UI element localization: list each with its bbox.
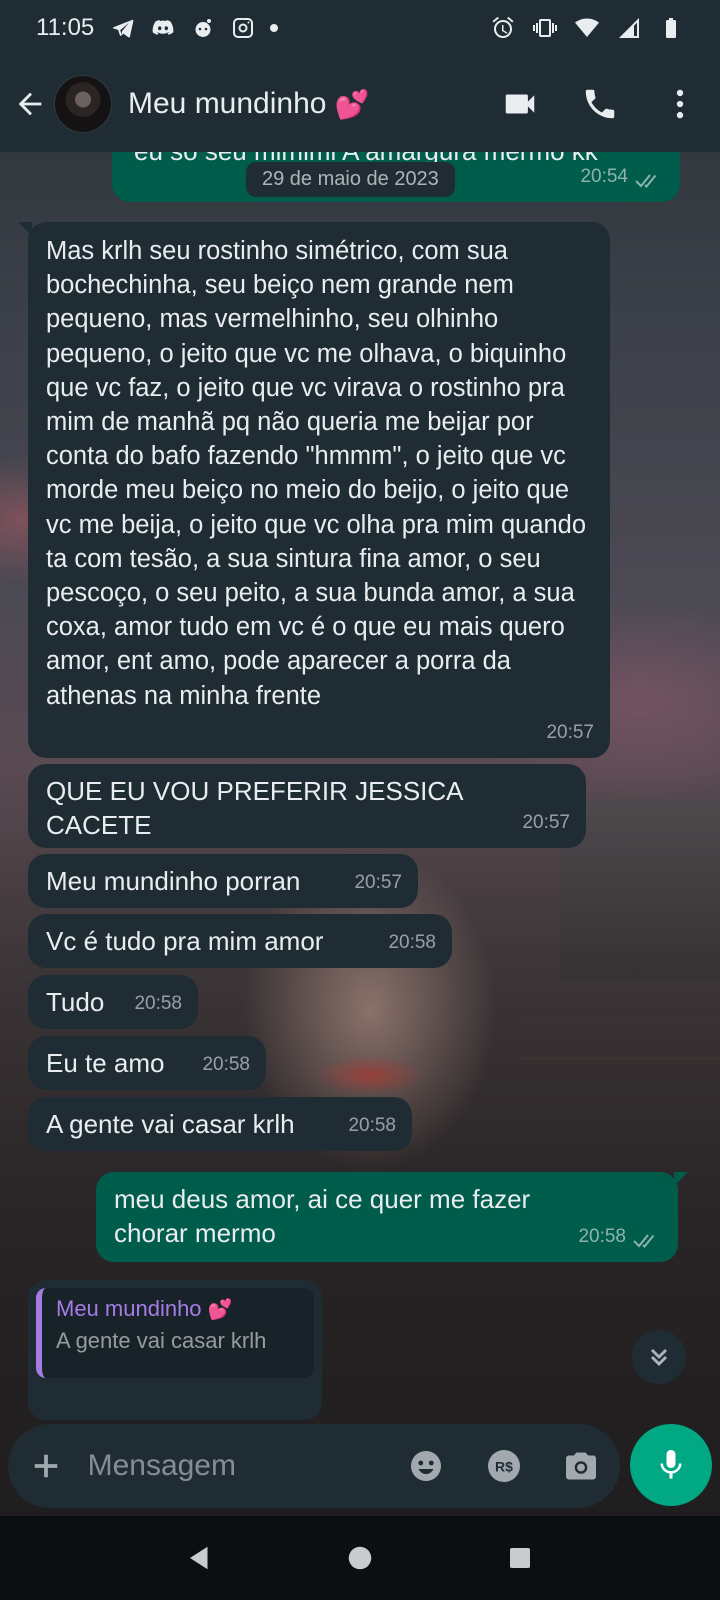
message-time: 20:57 xyxy=(546,722,594,743)
nav-back-button[interactable] xyxy=(170,1528,230,1588)
phone-icon xyxy=(585,89,615,119)
message-bubble-reply[interactable]: Meu mundinho 💕 A gente vai casar krlh xyxy=(28,1280,322,1420)
message-time: 20:58 xyxy=(202,1054,250,1075)
status-system-icons xyxy=(490,15,684,41)
chat-header: Meu mundinho 💕 xyxy=(0,56,720,152)
signal-icon xyxy=(616,15,642,41)
wifi-icon xyxy=(574,15,600,41)
message-input-bar: R$ xyxy=(8,1424,620,1508)
two-hearts-emoji: 💕 xyxy=(334,88,370,120)
message-text: QUE EU VOU PREFERIR JESSICA CACETE xyxy=(46,776,463,840)
nav-recents-button[interactable] xyxy=(490,1528,550,1588)
quoted-author: Meu mundinho 💕 xyxy=(56,1296,233,1321)
payment-icon: R$ xyxy=(487,1450,520,1482)
message-text: A gente vai casar krlh xyxy=(46,1109,295,1139)
message-text: Vc é tudo pra mim amor xyxy=(46,926,324,956)
voice-message-button[interactable] xyxy=(630,1424,712,1506)
status-notification-icons xyxy=(110,15,279,41)
back-button[interactable] xyxy=(2,56,58,152)
message-bubble-incoming[interactable]: Meu mundinho porran 20:57 xyxy=(28,854,418,908)
double-check-icon xyxy=(632,1228,662,1248)
quoted-message[interactable]: Meu mundinho 💕 A gente vai casar krlh xyxy=(36,1288,314,1378)
double-check-icon xyxy=(634,168,664,188)
quoted-text: A gente vai casar krlh xyxy=(56,1328,267,1353)
video-call-button[interactable] xyxy=(480,56,560,152)
attach-button[interactable] xyxy=(14,1424,78,1508)
message-bubble-incoming[interactable]: Tudo 20:58 xyxy=(28,975,198,1029)
message-bubble-outgoing[interactable]: meu deus amor, ai ce quer me fazer chora… xyxy=(96,1172,688,1262)
contact-name-text: Meu mundinho xyxy=(128,87,327,120)
message-bubble-incoming[interactable]: QUE EU VOU PREFERIR JESSICA CACETE 20:57 xyxy=(28,764,586,848)
emoji-button[interactable] xyxy=(388,1424,465,1508)
message-meta: 20:54 xyxy=(580,160,664,194)
message-bubble-incoming[interactable]: Eu te amo 20:58 xyxy=(28,1036,266,1090)
home-circle-icon xyxy=(348,1546,372,1570)
chat-messages[interactable]: eu so seu mimimi A amargura mermo kk 20:… xyxy=(0,152,720,1420)
payment-button[interactable]: R$ xyxy=(465,1424,542,1508)
recents-square-icon xyxy=(510,1548,530,1568)
double-chevron-down-icon xyxy=(650,1348,668,1367)
two-hearts-emoji: 💕 xyxy=(207,1299,233,1321)
camera-button[interactable] xyxy=(543,1424,620,1508)
contact-avatar[interactable] xyxy=(54,75,112,133)
message-bubble-incoming[interactable]: Vc é tudo pra mim amor 20:58 xyxy=(28,914,452,968)
battery-icon xyxy=(658,15,684,41)
camera-icon xyxy=(566,1452,597,1480)
status-bar: 11:05 xyxy=(0,0,720,56)
back-arrow-icon xyxy=(18,92,42,116)
more-vert-icon xyxy=(676,89,684,119)
mic-icon xyxy=(660,1450,682,1479)
message-time: 20:58 xyxy=(348,1115,396,1136)
vibrate-icon xyxy=(532,15,558,41)
message-time: 20:58 xyxy=(134,993,182,1014)
message-text: meu deus amor, ai ce quer me fazer chora… xyxy=(114,1184,531,1248)
contact-name[interactable]: Meu mundinho 💕 xyxy=(128,87,369,121)
message-text: Meu mundinho porran xyxy=(46,866,301,896)
message-time: 20:57 xyxy=(354,872,402,893)
message-bubble-incoming[interactable]: A gente vai casar krlh 20:58 xyxy=(28,1097,412,1151)
reddit-icon xyxy=(190,15,216,41)
alarm-icon xyxy=(490,15,516,41)
telegram-icon xyxy=(110,15,136,41)
message-input[interactable] xyxy=(87,1436,388,1496)
date-chip: 29 de maio de 2023 xyxy=(246,162,455,197)
message-time: 20:58 xyxy=(388,932,436,953)
discord-icon xyxy=(150,15,176,41)
system-navigation-bar xyxy=(0,1516,720,1600)
instagram-icon xyxy=(230,15,256,41)
svg-text:R$: R$ xyxy=(495,1459,513,1475)
message-time: 20:57 xyxy=(522,812,570,833)
message-meta: 20:58 xyxy=(578,1220,662,1254)
more-options-button[interactable] xyxy=(640,56,720,152)
nav-home-button[interactable] xyxy=(330,1528,390,1588)
back-triangle-icon xyxy=(190,1546,208,1570)
emoji-icon xyxy=(411,1451,442,1481)
plus-icon xyxy=(34,1454,58,1478)
header-actions xyxy=(480,56,720,152)
video-call-icon xyxy=(505,94,535,114)
scroll-to-bottom-button[interactable] xyxy=(632,1330,686,1384)
notification-dot xyxy=(270,24,279,32)
status-time: 11:05 xyxy=(36,14,95,41)
message-text: Mas krlh seu rostinho simétrico, com sua… xyxy=(46,237,587,710)
voice-call-button[interactable] xyxy=(560,56,640,152)
message-bubble-incoming[interactable]: Mas krlh seu rostinho simétrico, com sua… xyxy=(18,222,610,758)
